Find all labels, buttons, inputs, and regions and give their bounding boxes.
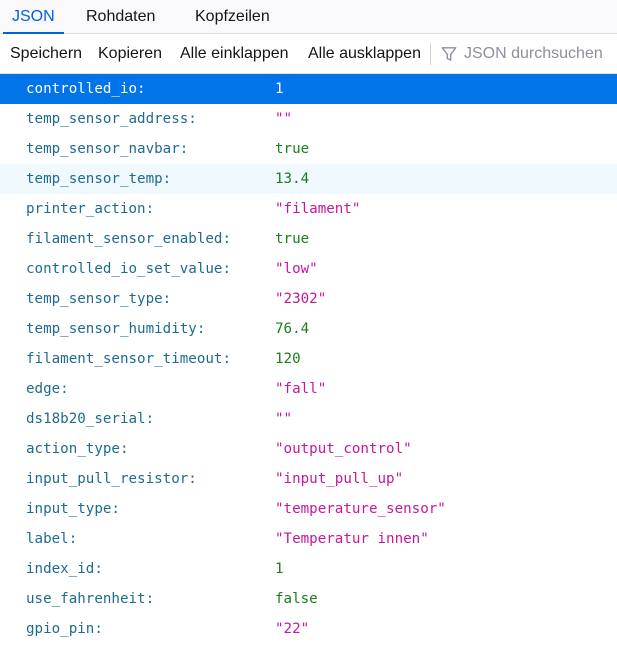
- json-row[interactable]: controlled_io: 1: [0, 74, 617, 104]
- json-key: temp_sensor_temp:: [26, 171, 172, 187]
- json-row[interactable]: filament_sensor_timeout: 120: [0, 344, 617, 374]
- json-key: controlled_io_set_value:: [26, 261, 231, 277]
- json-row[interactable]: temp_sensor_temp: 13.4: [0, 164, 617, 194]
- json-value: "2302": [275, 291, 327, 307]
- json-row[interactable]: temp_sensor_humidity: 76.4: [0, 314, 617, 344]
- json-row[interactable]: filament_sensor_enabled: true: [0, 224, 617, 254]
- json-value: 13.4: [275, 171, 310, 187]
- json-value: "fall": [275, 381, 327, 397]
- json-row[interactable]: temp_sensor_address: "": [0, 104, 617, 134]
- filter-funnel-icon: [441, 47, 457, 61]
- json-key: temp_sensor_navbar:: [26, 141, 189, 157]
- json-row[interactable]: temp_sensor_type: "2302": [0, 284, 617, 314]
- json-value: "filament": [275, 201, 361, 217]
- json-row[interactable]: use_fahrenheit: false: [0, 584, 617, 614]
- json-toolbar: Speichern Kopieren Alle einklappen Alle …: [0, 34, 617, 74]
- json-value: 1: [275, 561, 284, 577]
- json-key: temp_sensor_type:: [26, 291, 172, 307]
- json-row[interactable]: index_id: 1: [0, 554, 617, 584]
- json-row[interactable]: gpio_pin: "22": [0, 614, 617, 644]
- json-row[interactable]: action_type: "output_control": [0, 434, 617, 464]
- json-value: "": [275, 111, 293, 127]
- tab-json[interactable]: JSON: [3, 0, 64, 34]
- json-value: "low": [275, 261, 318, 277]
- json-row[interactable]: input_pull_resistor: "input_pull_up": [0, 464, 617, 494]
- json-row[interactable]: input_type: "temperature_sensor": [0, 494, 617, 524]
- collapse-all-button[interactable]: Alle einklappen: [180, 34, 289, 74]
- expand-all-button[interactable]: Alle ausklappen: [308, 34, 421, 74]
- toolbar-divider: [430, 43, 431, 65]
- json-row[interactable]: temp_sensor_navbar: true: [0, 134, 617, 164]
- json-key: use_fahrenheit:: [26, 591, 155, 607]
- json-row[interactable]: printer_action: "filament": [0, 194, 617, 224]
- json-value: 1: [275, 81, 284, 97]
- save-button[interactable]: Speichern: [10, 34, 82, 74]
- json-key: temp_sensor_humidity:: [26, 321, 206, 337]
- json-row[interactable]: ds18b20_serial: "": [0, 404, 617, 434]
- json-key: filament_sensor_timeout:: [26, 351, 231, 367]
- json-key: index_id:: [26, 561, 103, 577]
- json-key: gpio_pin:: [26, 621, 103, 637]
- json-value: "": [275, 411, 293, 427]
- json-value: false: [275, 591, 318, 607]
- json-value: "Temperatur innen": [275, 531, 429, 547]
- json-key: printer_action:: [26, 201, 155, 217]
- json-value: 76.4: [275, 321, 310, 337]
- json-key: controlled_io:: [26, 81, 146, 97]
- json-key: temp_sensor_address:: [26, 111, 197, 127]
- tab-headers[interactable]: Kopfzeilen: [186, 0, 279, 34]
- json-key: ds18b20_serial:: [26, 411, 155, 427]
- json-value: "22": [275, 621, 310, 637]
- copy-button[interactable]: Kopieren: [98, 34, 162, 74]
- json-value: "input_pull_up": [275, 471, 404, 487]
- json-key: input_pull_resistor:: [26, 471, 197, 487]
- json-value: 120: [275, 351, 301, 367]
- json-value: true: [275, 231, 310, 247]
- json-key: label:: [26, 531, 78, 547]
- json-row[interactable]: edge: "fall": [0, 374, 617, 404]
- json-key: action_type:: [26, 441, 129, 457]
- filter-box[interactable]: [440, 34, 617, 74]
- json-row[interactable]: controlled_io_set_value: "low": [0, 254, 617, 284]
- tab-raw-data[interactable]: Rohdaten: [77, 0, 164, 34]
- json-tree: controlled_io: 1 temp_sensor_address: "" tem…: [0, 74, 617, 644]
- json-value: "temperature_sensor": [275, 501, 446, 517]
- json-value: "output_control": [275, 441, 412, 457]
- json-key: input_type:: [26, 501, 120, 517]
- json-value: true: [275, 141, 310, 157]
- json-key: edge:: [26, 381, 69, 397]
- json-key: filament_sensor_enabled:: [26, 231, 231, 247]
- json-row[interactable]: label: "Temperatur innen": [0, 524, 617, 554]
- viewer-tab-bar: JSON Rohdaten Kopfzeilen: [0, 0, 617, 34]
- json-filter-input[interactable]: [464, 45, 614, 63]
